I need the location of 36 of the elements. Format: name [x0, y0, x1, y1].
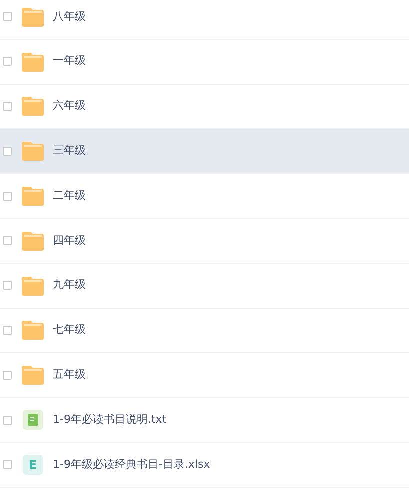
- file-name[interactable]: 三年级: [53, 143, 86, 160]
- checkbox[interactable]: [3, 326, 12, 335]
- folder-icon: [22, 230, 44, 251]
- checkbox[interactable]: [3, 416, 12, 425]
- file-name[interactable]: 五年级: [53, 367, 86, 384]
- folder-icon: [22, 276, 44, 296]
- folder-icon: [22, 186, 44, 206]
- folder-icon: [22, 96, 44, 116]
- file-name[interactable]: 七年级: [53, 322, 86, 339]
- file-name[interactable]: 一年级: [53, 53, 86, 70]
- folder-icon: [22, 52, 44, 72]
- spreadsheet-icon: E: [23, 454, 43, 475]
- file-name[interactable]: 九年级: [53, 277, 86, 294]
- file-name[interactable]: 二年级: [53, 188, 86, 204]
- checkbox[interactable]: [3, 192, 12, 201]
- folder-icon: [22, 6, 44, 27]
- file-name[interactable]: 1-9年必读书目说明.txt: [53, 412, 167, 428]
- checkbox[interactable]: [3, 236, 12, 246]
- checkbox[interactable]: [3, 460, 12, 470]
- file-row[interactable]: 六年级: [0, 84, 409, 130]
- checkbox[interactable]: [3, 102, 12, 111]
- folder-icon: [22, 365, 44, 386]
- checkbox[interactable]: [3, 370, 12, 380]
- file-row[interactable]: 三年级: [0, 129, 409, 174]
- file-name[interactable]: 四年级: [53, 232, 86, 250]
- file-name[interactable]: 六年级: [53, 98, 86, 115]
- folder-icon: [22, 320, 44, 340]
- checkbox[interactable]: [3, 12, 12, 22]
- folder-icon: [22, 141, 44, 162]
- document-icon: [23, 410, 43, 430]
- checkbox[interactable]: [3, 57, 12, 66]
- file-row[interactable]: 七年级: [0, 308, 409, 354]
- file-name[interactable]: 八年级: [53, 8, 86, 26]
- file-name[interactable]: 1-9年级必读经典书目-目录.xlsx: [53, 456, 210, 474]
- checkbox[interactable]: [3, 146, 12, 156]
- checkbox[interactable]: [3, 281, 12, 290]
